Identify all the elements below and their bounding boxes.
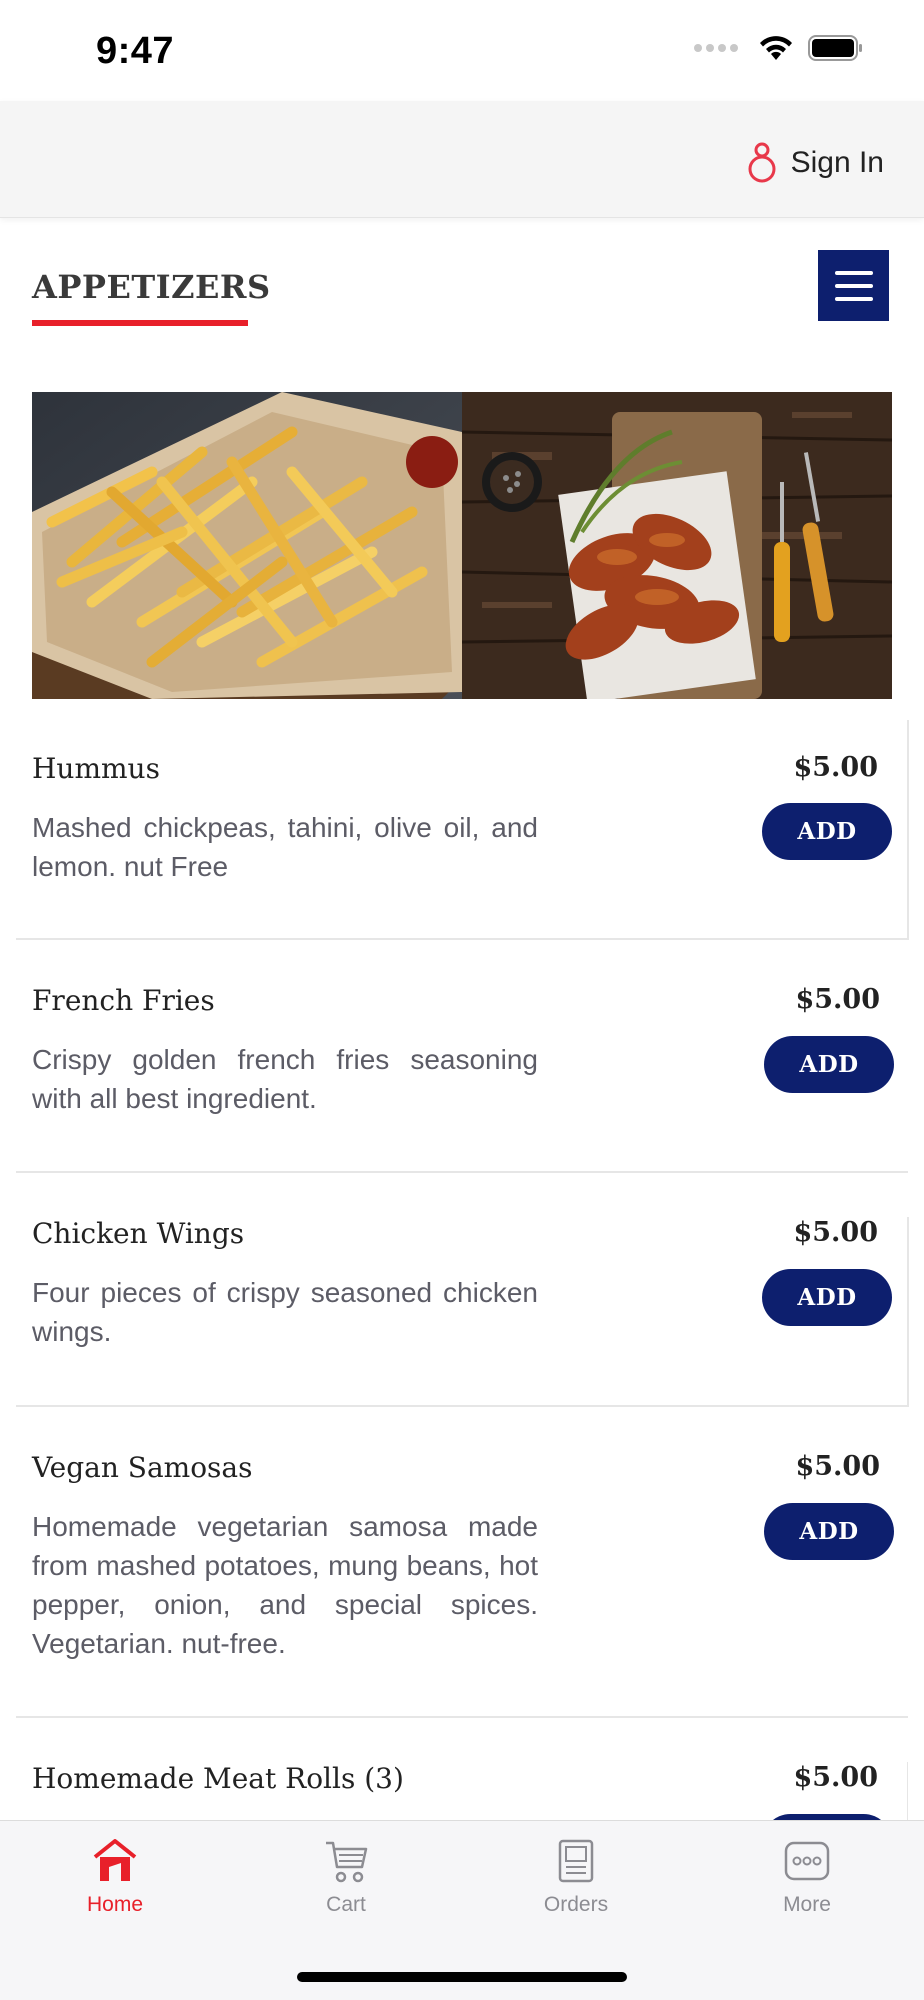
status-bar: 9:47 bbox=[0, 0, 924, 101]
sign-in-button[interactable]: Sign In bbox=[747, 141, 884, 185]
home-indicator bbox=[297, 1972, 627, 1982]
nav-label: More bbox=[783, 1893, 831, 1916]
item-name: Hummus bbox=[32, 752, 160, 785]
item-price: $5.00 bbox=[793, 1217, 878, 1248]
add-button[interactable]: ADD bbox=[764, 1503, 894, 1560]
top-header: Sign In bbox=[0, 101, 924, 218]
add-button[interactable]: ADD bbox=[762, 1269, 892, 1326]
category-banner bbox=[32, 392, 892, 699]
section-title: APPETIZERS bbox=[32, 268, 271, 306]
nav-label: Cart bbox=[326, 1893, 366, 1916]
nav-cart[interactable]: Cart bbox=[266, 1837, 426, 1917]
menu-item-homemade-meat-rolls: Homemade Meat Rolls (3) $5.00 bbox=[16, 1718, 908, 1820]
user-icon bbox=[748, 142, 776, 183]
add-button[interactable]: ADD bbox=[764, 1036, 894, 1093]
item-price: $5.00 bbox=[793, 752, 878, 783]
item-price: $5.00 bbox=[795, 1451, 880, 1482]
item-name: French Fries bbox=[32, 984, 215, 1017]
menu-item-hummus: Hummus Mashed chickpeas, tahini, olive o… bbox=[16, 720, 909, 940]
nav-label: Home bbox=[86, 1893, 144, 1916]
item-price: $5.00 bbox=[795, 984, 880, 1015]
hamburger-icon bbox=[834, 270, 873, 275]
nav-orders[interactable]: Orders bbox=[496, 1837, 656, 1917]
item-description: Homemade vegetarian samosa made from mas… bbox=[32, 1511, 538, 1659]
chicken-wings-image bbox=[462, 392, 892, 699]
sign-in-label: Sign In bbox=[790, 146, 884, 179]
item-name: Homemade Meat Rolls (3) bbox=[32, 1762, 404, 1795]
wifi-icon bbox=[760, 36, 792, 60]
category-menu-button[interactable] bbox=[818, 250, 889, 321]
item-description: Crispy golden french fries seasoning wit… bbox=[32, 1044, 538, 1114]
menu-item-chicken-wings: Chicken Wings Four pieces of crispy seas… bbox=[16, 1173, 909, 1407]
status-icons bbox=[694, 34, 864, 62]
nav-label: Orders bbox=[543, 1893, 609, 1916]
menu-item-french-fries: French Fries Crispy golden french fries … bbox=[16, 940, 908, 1173]
status-time: 9:47 bbox=[96, 30, 175, 72]
battery-icon bbox=[808, 35, 862, 61]
add-button[interactable]: ADD bbox=[762, 803, 892, 860]
item-description: Mashed chickpeas, tahini, olive oil, and… bbox=[32, 812, 538, 882]
menu-item-vegan-samosas: Vegan Samosas Homemade vegetarian samosa… bbox=[16, 1407, 908, 1718]
nav-home[interactable]: Home bbox=[35, 1837, 195, 1917]
orders-icon bbox=[558, 1839, 594, 1883]
home-icon bbox=[93, 1839, 137, 1881]
item-price: $5.00 bbox=[793, 1762, 878, 1793]
cart-icon bbox=[326, 1841, 368, 1883]
item-name: Chicken Wings bbox=[32, 1217, 245, 1250]
nav-more[interactable]: More bbox=[727, 1837, 887, 1917]
cellular-signal-icon bbox=[694, 44, 738, 52]
french-fries-image bbox=[32, 392, 462, 699]
item-description: Four pieces of crispy seasoned chicken w… bbox=[32, 1277, 538, 1347]
more-icon bbox=[784, 1841, 830, 1881]
item-name: Vegan Samosas bbox=[32, 1451, 253, 1484]
section-title-underline bbox=[32, 320, 248, 326]
